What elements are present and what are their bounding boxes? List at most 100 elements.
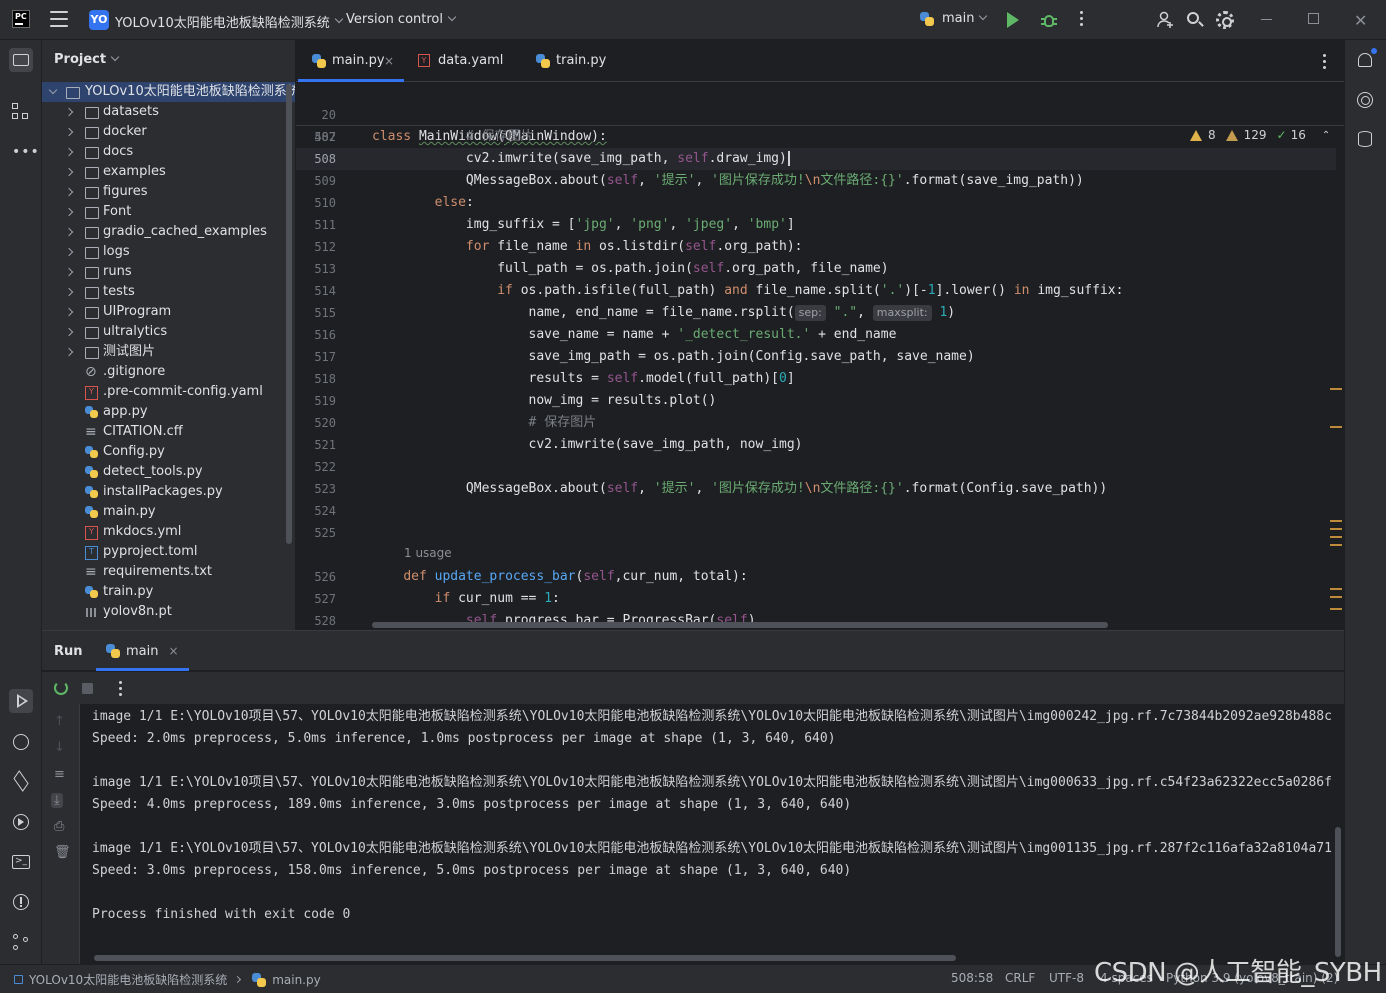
tree-folder[interactable]: 测试图片 xyxy=(42,342,295,362)
ai-assistant-icon[interactable] xyxy=(1357,92,1373,108)
run-tool-icon[interactable] xyxy=(9,689,33,713)
line-separator[interactable]: CRLF xyxy=(1005,971,1035,985)
editor-horizontal-scrollbar[interactable] xyxy=(372,622,1108,628)
tab-data-yaml[interactable]: Y data.yaml xyxy=(404,40,516,82)
sticky-line[interactable]: 20 class MainWindow(QMainWindow): xyxy=(296,82,1336,144)
run-config-selector[interactable]: main xyxy=(920,11,988,26)
sticky-line[interactable]: 482 def save_detect_video(self): xyxy=(296,104,1336,166)
code-line[interactable]: 510 else: xyxy=(296,192,1336,214)
run-tab-main[interactable]: main × xyxy=(96,631,189,671)
tree-file[interactable]: installPackages.py xyxy=(42,482,295,502)
warning-marker[interactable] xyxy=(1330,528,1342,530)
tree-file[interactable]: CITATION.cff xyxy=(42,422,295,442)
code-line[interactable]: 512 for file_name in os.listdir(self.org… xyxy=(296,236,1336,258)
code-line[interactable]: 517 save_img_path = os.path.join(Config.… xyxy=(296,346,1336,368)
tree-file[interactable]: yolov8n.pt xyxy=(42,602,295,622)
more-actions-icon[interactable] xyxy=(1080,11,1084,29)
warning-marker[interactable] xyxy=(1330,544,1342,546)
console-vertical-scrollbar[interactable] xyxy=(1335,827,1341,957)
code-line[interactable]: 515 name, end_name = file_name.rsplit(se… xyxy=(296,302,1336,324)
code-line[interactable]: 527 if cur_num == 1: xyxy=(296,588,1336,610)
run-icon[interactable] xyxy=(1007,12,1019,28)
minimize-icon[interactable] xyxy=(1261,19,1272,20)
tree-file[interactable]: main.py xyxy=(42,502,295,522)
code-line[interactable]: 521 cv2.imwrite(save_img_path, now_img) xyxy=(296,434,1336,456)
terminal-icon[interactable]: >_ xyxy=(9,850,33,874)
tree-folder[interactable]: docs xyxy=(42,142,295,162)
tab-main-py[interactable]: main.py × xyxy=(298,40,404,82)
project-tool-icon[interactable] xyxy=(9,48,33,72)
stop-icon[interactable] xyxy=(82,683,93,694)
file-encoding[interactable]: UTF-8 xyxy=(1049,971,1084,985)
project-panel-title[interactable]: Project xyxy=(54,52,120,67)
trash-icon[interactable]: 🗑 xyxy=(54,845,71,860)
arrow-down-icon[interactable]: ↓ xyxy=(54,740,65,755)
code-line[interactable]: 518 results = self.model(full_path)[0] xyxy=(296,368,1336,390)
code-line[interactable]: 513 full_path = os.path.join(self.org_pa… xyxy=(296,258,1336,280)
warning-marker[interactable] xyxy=(1330,388,1342,390)
code-line[interactable]: 516 save_name = name + '_detect_result.'… xyxy=(296,324,1336,346)
usage-hint[interactable]: 1 usage xyxy=(404,546,452,560)
tree-folder[interactable]: figures xyxy=(42,182,295,202)
chevron-right-icon[interactable] xyxy=(64,267,74,277)
tab-close-icon[interactable]: × xyxy=(384,40,394,82)
warning-marker[interactable] xyxy=(1330,426,1342,428)
database-icon[interactable] xyxy=(1358,131,1372,147)
more-tools-icon[interactable]: ••• xyxy=(9,140,39,164)
code-line[interactable]: 523 QMessageBox.about(self, '提示', '图片保存成… xyxy=(296,478,1336,500)
close-icon[interactable]: × xyxy=(168,644,178,658)
run-more-icon[interactable] xyxy=(119,681,122,699)
search-icon[interactable] xyxy=(1186,11,1204,29)
soft-wrap-icon[interactable]: ≡ xyxy=(54,767,65,782)
breadcrumb-file[interactable]: main.py xyxy=(272,973,321,987)
project-badge[interactable]: YO xyxy=(89,10,109,30)
chevron-right-icon[interactable] xyxy=(64,307,74,317)
arrow-up-icon[interactable]: ↑ xyxy=(54,714,65,729)
code-line[interactable]: 508 cv2.imwrite(save_img_path, self.draw… xyxy=(296,148,1336,170)
notifications-icon[interactable] xyxy=(1358,48,1377,67)
tree-folder[interactable]: examples xyxy=(42,162,295,182)
tree-file[interactable]: .pre-commit-config.yaml xyxy=(42,382,295,402)
code-line[interactable]: 519 now_img = results.plot() xyxy=(296,390,1336,412)
problems-icon[interactable] xyxy=(9,890,33,914)
chevron-right-icon[interactable] xyxy=(64,247,74,257)
tree-folder[interactable]: logs xyxy=(42,242,295,262)
scroll-to-end-icon[interactable]: ⤓ xyxy=(51,793,63,808)
code-line[interactable]: 526 def update_process_bar(self,cur_num,… xyxy=(296,566,1336,588)
main-menu-icon[interactable] xyxy=(50,11,68,27)
chevron-right-icon[interactable] xyxy=(64,287,74,297)
warning-marker[interactable] xyxy=(1330,608,1342,610)
chevron-right-icon[interactable] xyxy=(64,327,74,337)
code-line[interactable]: 522 xyxy=(296,456,1336,478)
chevron-right-icon[interactable] xyxy=(64,347,74,357)
tree-file[interactable]: .gitignore xyxy=(42,362,295,382)
chevron-right-icon[interactable] xyxy=(64,227,74,237)
chevron-right-icon[interactable] xyxy=(64,167,74,177)
chevron-right-icon[interactable] xyxy=(64,187,74,197)
chevron-right-icon[interactable] xyxy=(64,127,74,137)
close-icon[interactable]: ✕ xyxy=(1354,11,1367,30)
tree-file[interactable]: app.py xyxy=(42,402,295,422)
code-line[interactable]: 507 # 保存图片 xyxy=(296,126,1336,148)
tree-root[interactable]: YOLOv10太阳能电池板缺陷检测系统 [y xyxy=(42,82,295,102)
project-switcher[interactable]: YOLOv10太阳能电池板缺陷检测系统 xyxy=(115,12,343,31)
tab-train-py[interactable]: train.py xyxy=(522,40,622,82)
tree-folder[interactable]: runs xyxy=(42,262,295,282)
tabs-more-icon[interactable] xyxy=(1323,54,1326,72)
warning-marker[interactable] xyxy=(1330,536,1342,538)
debug-icon[interactable] xyxy=(1041,11,1057,28)
version-control-menu[interactable]: Version control xyxy=(346,12,457,27)
code-line[interactable]: 514 if os.path.isfile(full_path) and fil… xyxy=(296,280,1336,302)
code-line[interactable]: 520 # 保存图片 xyxy=(296,412,1336,434)
chevron-right-icon[interactable] xyxy=(64,207,74,217)
tree-folder[interactable]: tests xyxy=(42,282,295,302)
warning-marker[interactable] xyxy=(1330,588,1342,590)
console-output[interactable]: image 1/1 E:\YOLOv10项目\57、YOLOv10太阳能电池板缺… xyxy=(92,704,1336,964)
warning-marker[interactable] xyxy=(1330,520,1342,522)
structure-tool-icon[interactable] xyxy=(9,100,33,124)
tree-folder[interactable]: docker xyxy=(42,122,295,142)
tree-folder[interactable]: UIProgram xyxy=(42,302,295,322)
tree-folder[interactable]: Font xyxy=(42,202,295,222)
expand-arrow-icon[interactable] xyxy=(48,85,58,95)
tree-folder[interactable]: gradio_cached_examples xyxy=(42,222,295,242)
